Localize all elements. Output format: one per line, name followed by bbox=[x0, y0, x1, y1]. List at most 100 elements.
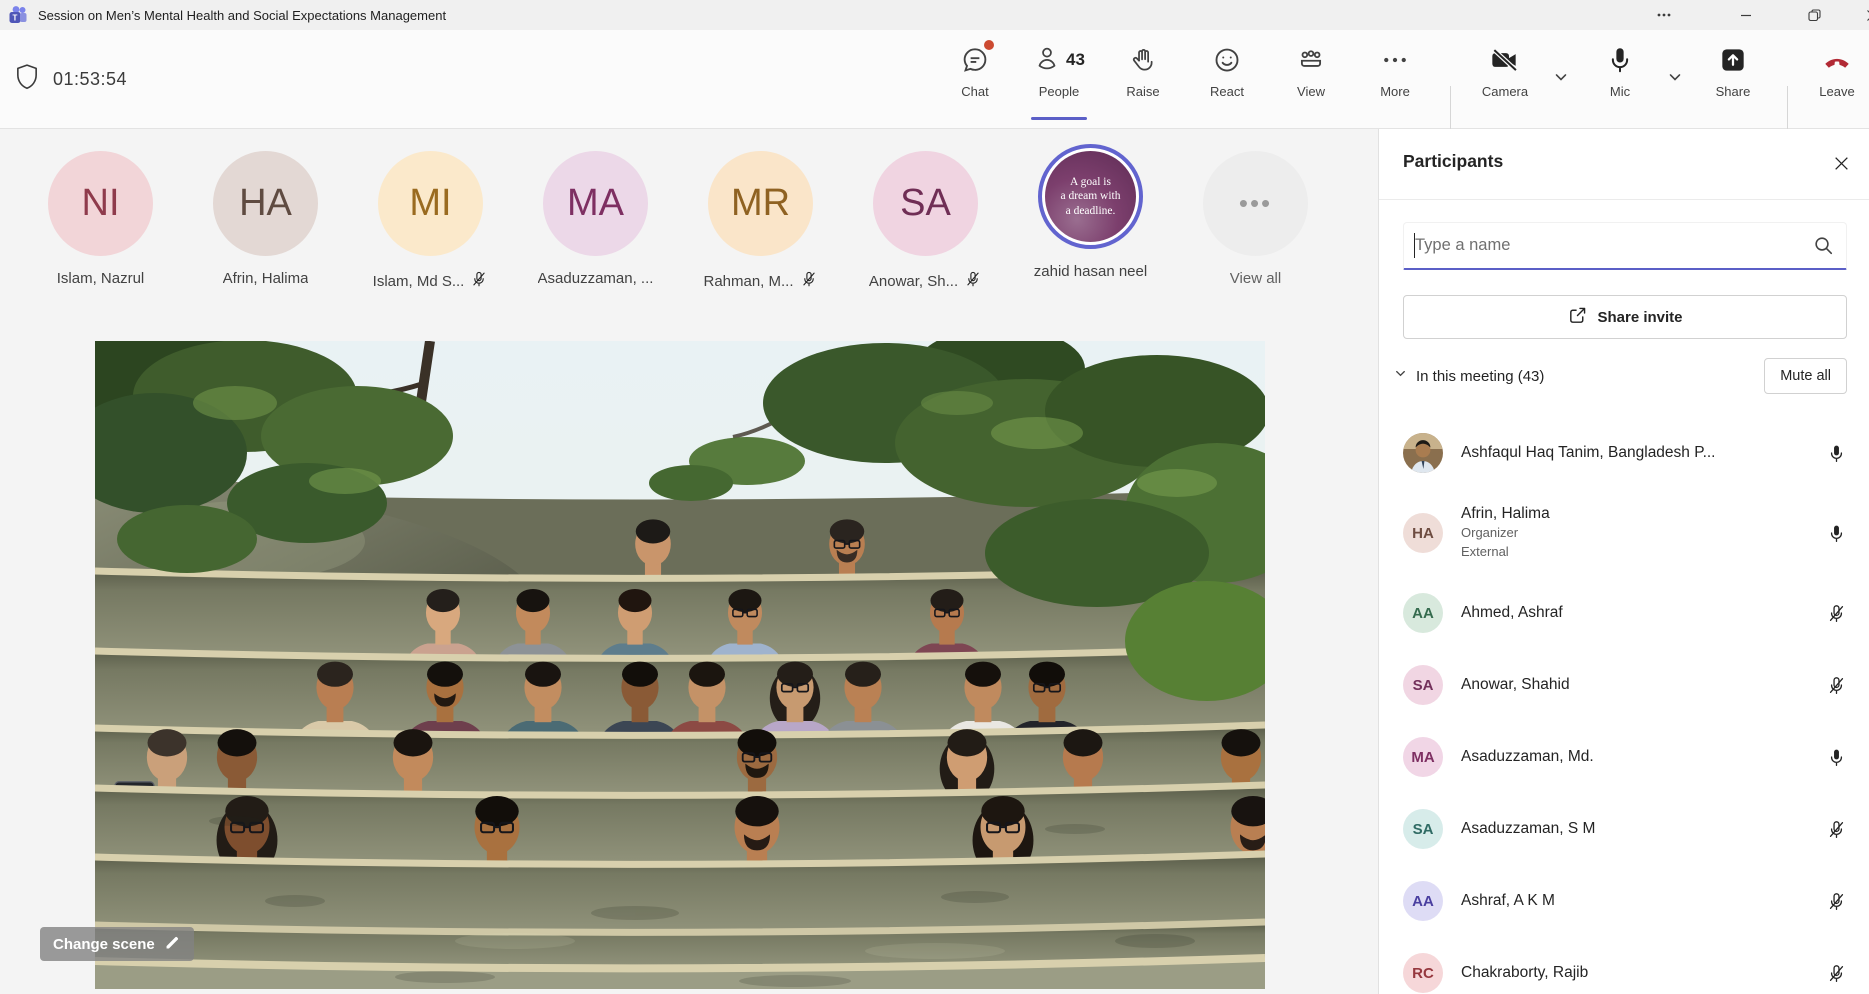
participants-panel: Participants Share invite In this meetin… bbox=[1378, 129, 1869, 994]
stage-avatar-zahid-hasan-neel[interactable]: A goal is a dream with a deadline. zahid… bbox=[1008, 141, 1173, 292]
more-label: More bbox=[1380, 84, 1410, 99]
raise-hand-icon bbox=[1129, 38, 1157, 82]
participant-name: Asaduzzaman, S M bbox=[1461, 820, 1595, 838]
raise-hand-button[interactable]: Raise bbox=[1101, 38, 1185, 122]
leave-label: Leave bbox=[1819, 84, 1854, 99]
camera-off-icon bbox=[1488, 38, 1522, 82]
meeting-toolbar: 01:53:54 Chat 43 People bbox=[0, 30, 1869, 129]
spotlight-avatar-row: NI Islam, Nazrul HA Afrin, Halima MI Isl… bbox=[18, 141, 1338, 292]
avatar-name: Asaduzzaman, ... bbox=[538, 270, 654, 287]
teams-app-icon: T bbox=[8, 5, 28, 25]
titlebar-more-icon[interactable] bbox=[1644, 0, 1684, 30]
mic-button[interactable]: Mic bbox=[1578, 38, 1662, 122]
participant-row[interactable]: AAAhmed, Ashraf bbox=[1379, 577, 1869, 649]
mic-off-icon bbox=[470, 270, 488, 292]
avatar-initials: HA bbox=[213, 151, 318, 256]
mic-on-icon[interactable] bbox=[1826, 747, 1847, 768]
camera-button[interactable]: Camera bbox=[1463, 38, 1547, 122]
mic-off-icon[interactable] bbox=[1826, 891, 1847, 912]
people-label: People bbox=[1039, 84, 1079, 99]
stage-avatar-rahman-m[interactable]: MR Rahman, M... bbox=[678, 141, 843, 292]
together-mode-video: ) bbox=[95, 341, 1265, 989]
window-title: Session on Men’s Mental Health and Socia… bbox=[38, 8, 446, 23]
close-icon[interactable] bbox=[1852, 0, 1869, 30]
mic-off-icon bbox=[800, 270, 818, 292]
avatar-name: Afrin, Halima bbox=[223, 270, 309, 287]
meeting-stage: NI Islam, Nazrul HA Afrin, Halima MI Isl… bbox=[0, 129, 1378, 994]
participant-role: Organizer bbox=[1461, 523, 1550, 543]
mic-chevron-icon[interactable] bbox=[1666, 68, 1684, 91]
avatar-name: Rahman, M... bbox=[703, 273, 793, 290]
view-all-button[interactable]: ••• View all bbox=[1173, 141, 1338, 292]
speaking-ring: A goal is a dream with a deadline. bbox=[1038, 144, 1143, 249]
in-this-meeting-section: In this meeting (43) Mute all bbox=[1393, 357, 1847, 395]
camera-chevron-icon[interactable] bbox=[1552, 68, 1570, 91]
participant-search[interactable] bbox=[1403, 222, 1847, 270]
mute-all-button[interactable]: Mute all bbox=[1764, 358, 1847, 394]
chat-label: Chat bbox=[961, 84, 988, 99]
view-button[interactable]: View bbox=[1269, 38, 1353, 122]
raise-label: Raise bbox=[1126, 84, 1159, 99]
change-scene-button[interactable]: Change scene bbox=[40, 927, 194, 961]
share-invite-icon bbox=[1567, 305, 1588, 330]
more-button[interactable]: More bbox=[1353, 38, 1437, 122]
change-scene-label: Change scene bbox=[53, 936, 155, 953]
avatar-name: Islam, Md S... bbox=[373, 273, 465, 290]
stage-avatar-islam-md-s[interactable]: MI Islam, Md S... bbox=[348, 141, 513, 292]
stage-avatar-afrin-halima[interactable]: HA Afrin, Halima bbox=[183, 141, 348, 292]
participant-row[interactable]: SAAsaduzzaman, S M bbox=[1379, 793, 1869, 865]
panel-close-icon[interactable] bbox=[1825, 147, 1857, 179]
mic-off-icon bbox=[964, 270, 982, 292]
avatar-initials: MR bbox=[708, 151, 813, 256]
restore-icon[interactable] bbox=[1794, 0, 1834, 30]
leave-call-icon bbox=[1819, 38, 1855, 82]
share-button[interactable]: Share bbox=[1691, 38, 1775, 122]
chat-notification-dot bbox=[984, 40, 994, 50]
chat-button[interactable]: Chat bbox=[933, 38, 1017, 122]
view-all-ellipsis-icon: ••• bbox=[1203, 151, 1308, 256]
share-label: Share bbox=[1716, 84, 1751, 99]
participant-name: Anowar, Shahid bbox=[1461, 676, 1570, 694]
participant-row[interactable]: Ashfaqul Haq Tanim, Bangladesh P... bbox=[1379, 417, 1869, 489]
avatar-initials: MI bbox=[378, 151, 483, 256]
avatar-name: Islam, Nazrul bbox=[57, 270, 145, 287]
share-invite-button[interactable]: Share invite bbox=[1403, 295, 1847, 339]
mic-on-icon[interactable] bbox=[1826, 443, 1847, 464]
participant-name: Ahmed, Ashraf bbox=[1461, 604, 1563, 622]
mic-on-icon bbox=[1605, 38, 1635, 82]
window-titlebar: T Session on Men’s Mental Health and Soc… bbox=[0, 0, 1869, 30]
mic-off-icon[interactable] bbox=[1826, 675, 1847, 696]
leave-button[interactable]: Leave bbox=[1801, 38, 1869, 122]
search-icon[interactable] bbox=[1813, 235, 1834, 256]
participant-initials-avatar: SA bbox=[1403, 665, 1443, 705]
mic-off-icon[interactable] bbox=[1826, 603, 1847, 624]
people-active-underline bbox=[1031, 117, 1087, 120]
view-all-label: View all bbox=[1230, 270, 1281, 287]
participant-row[interactable]: SA Anowar, Shahid bbox=[1379, 649, 1869, 721]
participant-initials-avatar: MA bbox=[1403, 737, 1443, 777]
section-chevron-icon[interactable] bbox=[1393, 366, 1408, 386]
search-input[interactable] bbox=[1404, 235, 1813, 256]
view-gallery-icon bbox=[1295, 38, 1327, 82]
participant-row[interactable]: MA Asaduzzaman, Md. bbox=[1379, 721, 1869, 793]
mic-off-icon[interactable] bbox=[1826, 819, 1847, 840]
participant-row[interactable]: AAAshraf, A K M bbox=[1379, 865, 1869, 937]
mic-on-icon[interactable] bbox=[1826, 523, 1847, 544]
participant-row[interactable]: RCChakraborty, Rajib bbox=[1379, 937, 1869, 994]
view-label: View bbox=[1297, 84, 1325, 99]
minimize-icon[interactable] bbox=[1726, 0, 1766, 30]
mic-off-icon[interactable] bbox=[1826, 963, 1847, 984]
stage-avatar-anowar-sh[interactable]: SA Anowar, Sh... bbox=[843, 141, 1008, 292]
react-button[interactable]: React bbox=[1185, 38, 1269, 122]
participant-name: Ashraf, A K M bbox=[1461, 892, 1555, 910]
people-icon bbox=[1033, 43, 1061, 78]
people-button[interactable]: 43 People bbox=[1017, 38, 1101, 122]
stage-avatar-asaduzzaman[interactable]: MA Asaduzzaman, ... bbox=[513, 141, 678, 292]
svg-text:T: T bbox=[13, 14, 18, 23]
stage-avatar-islam-nazrul[interactable]: NI Islam, Nazrul bbox=[18, 141, 183, 292]
participant-row[interactable]: HAAfrin, HalimaOrganizerExternal bbox=[1379, 489, 1869, 577]
participant-name: Asaduzzaman, Md. bbox=[1461, 748, 1594, 766]
shield-icon bbox=[14, 63, 40, 96]
avatar-photo-quote: A goal is a dream with a deadline. bbox=[1045, 151, 1136, 242]
chat-icon bbox=[960, 38, 990, 82]
